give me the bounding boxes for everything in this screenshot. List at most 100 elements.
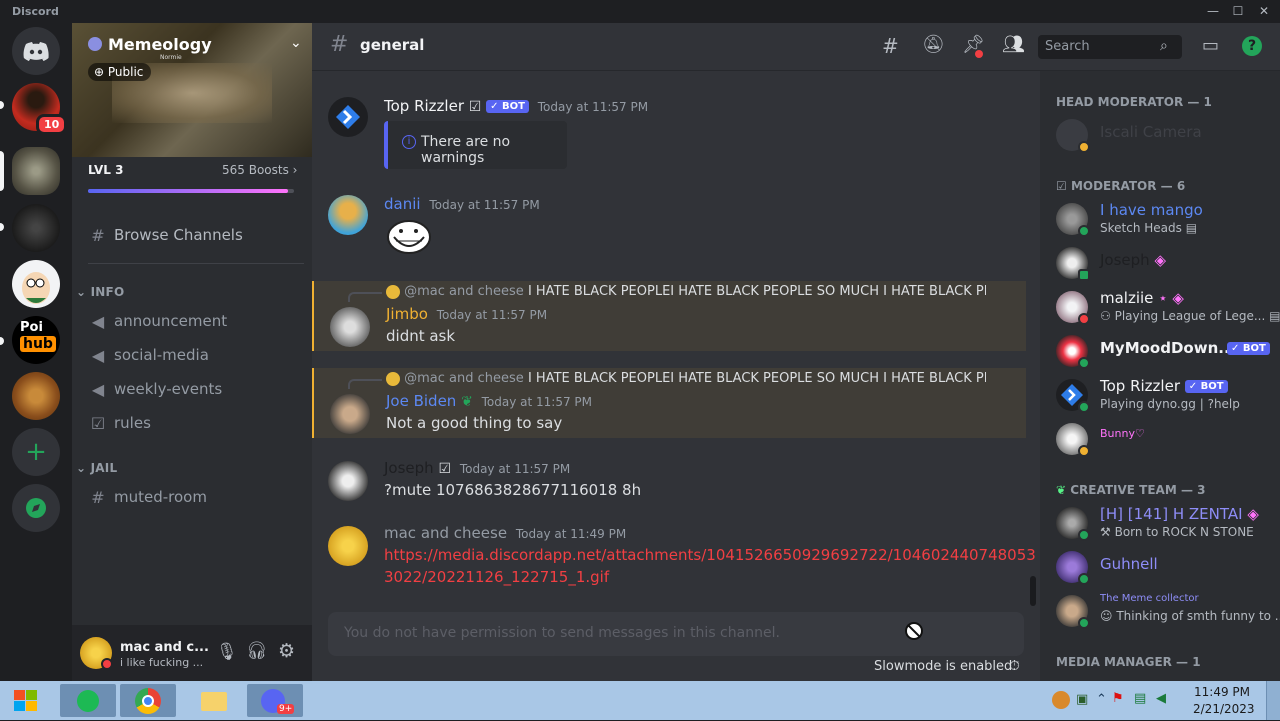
attachment-link-continued[interactable]: 3022/20221126_122715_1.gif — [384, 568, 609, 586]
member-group-title: MEDIA MANAGER — 1 — [1056, 655, 1201, 669]
reply-connector — [348, 292, 382, 302]
author-name[interactable]: Joseph — [384, 459, 434, 477]
channel-social-media[interactable]: ◀ social-media — [80, 339, 304, 371]
scrollbar-thumb[interactable] — [1030, 576, 1036, 606]
taskbar-app-sheets[interactable] — [60, 684, 116, 717]
avatar[interactable] — [328, 461, 368, 501]
threads-icon[interactable]: # — [882, 34, 899, 58]
channel-weekly-events[interactable]: ◀ weekly-events — [80, 373, 304, 405]
maximize-icon[interactable]: ☐ — [1230, 3, 1246, 19]
tray-network-icon[interactable]: ▤ — [1134, 691, 1146, 706]
message-joe-biden: @mac and cheese I HATE BLACK PEOPLEI HAT… — [312, 368, 1026, 438]
avatar[interactable] — [330, 307, 370, 347]
chevron-down-icon[interactable]: ⌄ — [290, 35, 302, 51]
reply-preview[interactable]: @mac and cheese I HATE BLACK PEOPLEI HAT… — [386, 371, 986, 386]
bot-tag: ✓ BOT — [1184, 380, 1228, 393]
mention-badge: 10 — [36, 114, 68, 135]
windows-logo-icon — [14, 690, 37, 711]
member-item[interactable]: Iscali Camera — [1056, 117, 1276, 161]
tray-battery-icon[interactable]: ▣ — [1076, 692, 1088, 707]
add-server-icon[interactable]: + — [12, 428, 60, 476]
author-name[interactable]: mac and cheese — [384, 524, 507, 542]
taskbar-app-discord[interactable]: 9+ — [247, 684, 303, 717]
dnd-status-icon — [101, 658, 113, 670]
attachment-link[interactable]: https://media.discordapp.net/attachments… — [384, 546, 1036, 564]
channel-sidebar: Memeology Normie ⌄ ⊕ Public LVL 3 565 Bo… — [72, 23, 312, 681]
microphone-icon[interactable]: 🎙︎ — [216, 642, 238, 662]
globe-icon: ⊕ — [94, 65, 105, 79]
dnd-status-icon — [1078, 313, 1090, 325]
tray-chevron-icon[interactable]: ⌃ — [1096, 692, 1107, 707]
message-danii: danii Today at 11:57 PM — [312, 189, 1026, 265]
server-banner[interactable]: Memeology Normie ⌄ ⊕ Public — [72, 23, 312, 157]
author-name[interactable]: Top Rizzler — [384, 97, 464, 115]
idle-status-icon — [1078, 141, 1090, 153]
avatar[interactable] — [328, 195, 368, 235]
idle-status-icon — [1078, 445, 1090, 457]
reply-preview[interactable]: @mac and cheese I HATE BLACK PEOPLEI HAT… — [386, 284, 986, 299]
avatar[interactable] — [330, 394, 370, 434]
member-item[interactable]: Bunny♡ — [1056, 421, 1276, 465]
category-jail[interactable]: ⌄ JAIL — [76, 461, 117, 475]
server-icon-dark[interactable] — [12, 204, 60, 252]
author-name[interactable]: Joe Biden — [386, 392, 456, 410]
member-group-title: HEAD MODERATOR — 1 — [1056, 95, 1212, 109]
user-status: i like fucking ... — [120, 656, 204, 669]
online-status-icon — [1078, 573, 1090, 585]
channel-announcement[interactable]: ◀ announcement — [80, 305, 304, 337]
trollface-emoji — [386, 219, 431, 255]
taskbar-app-explorer[interactable] — [185, 684, 241, 717]
inbox-icon[interactable]: ▭ — [1202, 35, 1219, 56]
member-item[interactable]: Top Rizzler ✓ BOT Playing dyno.gg | ?hel… — [1056, 377, 1276, 421]
member-item[interactable]: malziie ⋆ ◈ ⚇ Playing League of Lege... … — [1056, 289, 1280, 333]
notifications-muted-icon[interactable]: 🔕︎ — [922, 34, 945, 55]
browse-channels-icon: # — [91, 225, 105, 245]
member-item[interactable]: Joseph ◈ — [1056, 245, 1276, 289]
channel-rules[interactable]: ☑ rules — [80, 407, 304, 439]
divider — [88, 263, 304, 264]
member-item[interactable]: Guhnell — [1056, 549, 1276, 593]
channel-muted-room[interactable]: # muted-room — [80, 481, 304, 513]
server-icon-burger[interactable] — [12, 372, 60, 420]
taskbar-app-chrome[interactable] — [120, 684, 176, 717]
member-item[interactable]: MyMoodDown... ✓ BOT — [1056, 333, 1276, 377]
boost-count[interactable]: 565 Boosts › — [222, 163, 297, 177]
close-icon[interactable]: ✕ — [1256, 3, 1272, 19]
author-name[interactable]: Jimbo — [386, 305, 428, 323]
clock-date[interactable]: 2/21/2023 — [1193, 702, 1255, 716]
help-icon[interactable]: ? — [1242, 36, 1262, 56]
avatar[interactable] — [328, 526, 368, 566]
nitro-boost-icon: ◈ — [1154, 251, 1167, 269]
server-icon-peter[interactable] — [12, 260, 60, 308]
settings-gear-icon[interactable]: ⚙ — [278, 640, 295, 662]
online-status-icon — [1078, 225, 1090, 237]
member-item[interactable]: The Meme collector ☺ Thinking of smth fu… — [1056, 593, 1280, 637]
tray-app-icon[interactable] — [1052, 691, 1070, 709]
hash-icon: # — [91, 487, 105, 507]
headphones-icon[interactable]: 🎧︎ — [246, 641, 268, 661]
explore-compass-icon[interactable] — [12, 484, 60, 532]
browse-channels[interactable]: # Browse Channels — [80, 219, 304, 251]
search-input[interactable]: Search ⌕ — [1038, 35, 1182, 59]
member-item[interactable]: I have mango Sketch Heads ▤ — [1056, 201, 1276, 245]
server-icon-memeology[interactable] — [12, 147, 60, 195]
minimize-icon[interactable]: — — [1205, 3, 1221, 19]
game-controller-icon: ⚇ — [1100, 309, 1111, 323]
server-icon-hub[interactable]: Poi hub — [12, 316, 60, 364]
nitro-boost-icon: ⋆ ◈ — [1158, 289, 1184, 307]
tray-flag-icon[interactable]: ⚑ — [1112, 691, 1124, 706]
online-status-icon — [1078, 617, 1090, 629]
timestamp: Today at 11:57 PM — [481, 395, 592, 409]
avatar[interactable] — [328, 97, 368, 137]
category-info[interactable]: ⌄ INFO — [76, 285, 124, 299]
tray-volume-icon[interactable]: ◀ — [1156, 691, 1166, 706]
moderator-check-icon: ☑ — [1056, 179, 1067, 193]
start-button[interactable] — [4, 684, 48, 717]
palette-icon: ❦ — [1056, 483, 1067, 497]
clock-time[interactable]: 11:49 PM — [1194, 685, 1250, 699]
member-list-icon[interactable]: 👥︎ — [1002, 34, 1025, 55]
home-button[interactable] — [12, 27, 60, 75]
author-name[interactable]: danii — [384, 195, 421, 213]
show-desktop-button[interactable] — [1266, 681, 1280, 720]
member-item[interactable]: [H] [141] H ZENTAI ◈ ⚒ Born to ROCK N ST… — [1056, 505, 1276, 549]
